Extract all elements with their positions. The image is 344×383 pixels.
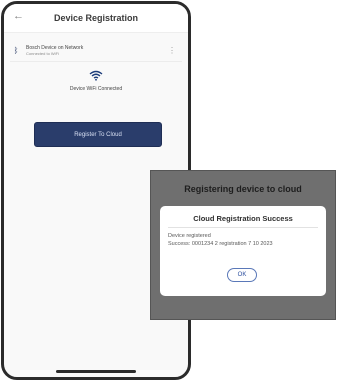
bluetooth-icon: ᛒ	[13, 45, 19, 55]
dialog-title: Cloud Registration Success	[193, 214, 293, 223]
register-to-cloud-button[interactable]: Register To Cloud	[34, 122, 162, 147]
back-arrow-icon[interactable]: ←	[13, 10, 24, 22]
wifi-status-text: Device WiFi Connected	[69, 86, 123, 92]
registration-status-text: Registering device to cloud	[184, 184, 302, 194]
ok-button-label: OK	[237, 272, 247, 278]
app-header: ← Device Registration	[4, 4, 188, 33]
register-button-label: Register To Cloud	[74, 131, 122, 138]
dialog-line: Device registered	[168, 233, 211, 239]
success-dialog: Cloud Registration Success Device regist…	[160, 206, 326, 296]
dialog-divider	[168, 227, 318, 228]
wifi-icon	[4, 70, 188, 84]
dialog-line: Success: 0001234 2 registration 7 10 202…	[168, 241, 273, 247]
page-title: Device Registration	[53, 13, 139, 23]
ok-button[interactable]: OK	[227, 268, 257, 282]
device-info: Bosch Device on Network Connected to WiF…	[22, 45, 168, 56]
registration-overlay: Registering device to cloud Cloud Regist…	[150, 170, 336, 320]
device-row[interactable]: ᛒ Bosch Device on Network Connected to W…	[10, 39, 182, 62]
more-options-icon[interactable]: ⋮	[168, 46, 182, 55]
home-indicator	[56, 370, 136, 373]
device-subtitle: Connected to WiFi	[26, 50, 59, 56]
